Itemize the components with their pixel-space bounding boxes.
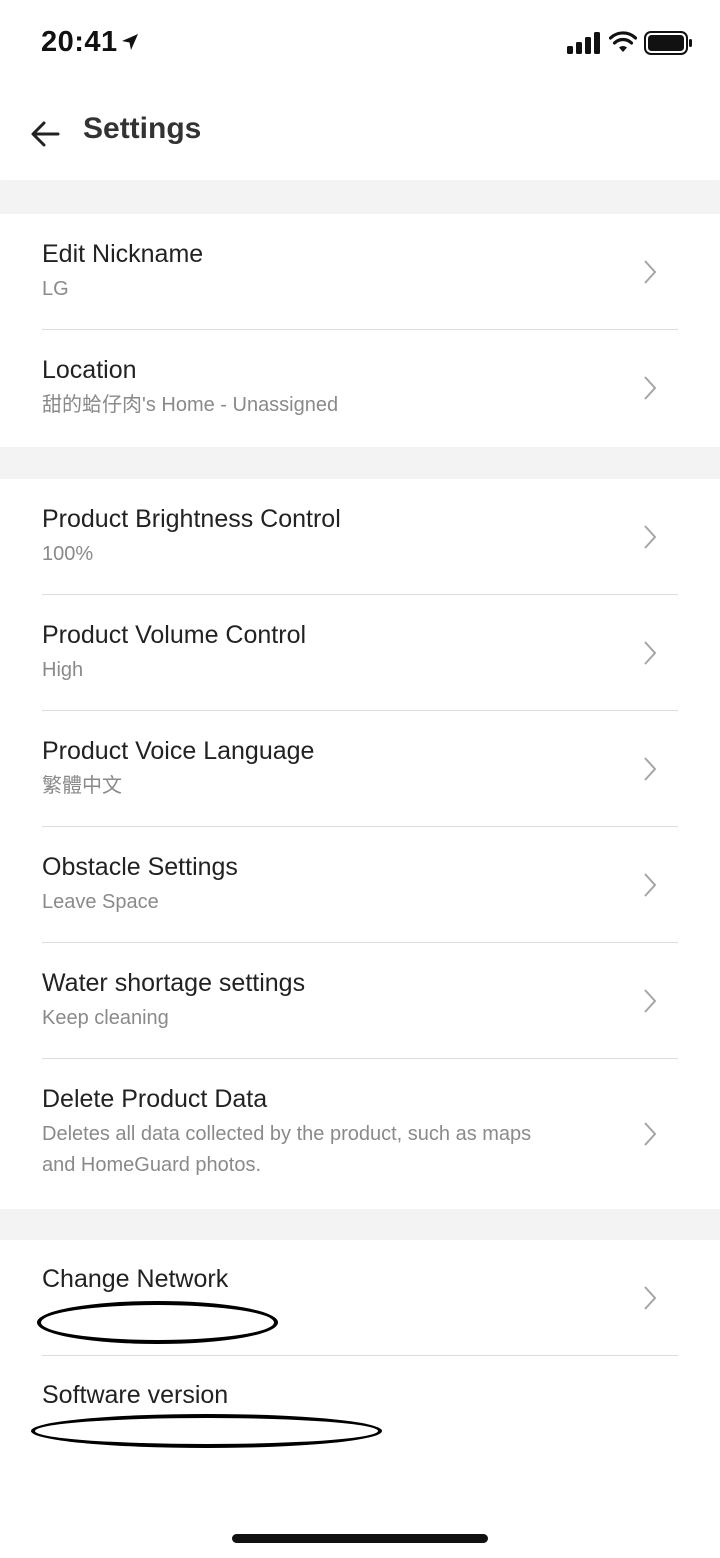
obstacle-settings-row[interactable]: Obstacle Settings Leave Space — [0, 827, 720, 943]
row-subtitle: Keep cleaning — [42, 1007, 169, 1029]
brightness-control-row[interactable]: Product Brightness Control 100% — [0, 479, 720, 595]
row-title: Product Voice Language — [42, 737, 315, 765]
delete-product-data-row[interactable]: Delete Product Data Deletes all data col… — [0, 1059, 720, 1209]
redaction-scribble — [31, 1414, 382, 1448]
water-shortage-settings-row[interactable]: Water shortage settings Keep cleaning — [0, 943, 720, 1059]
home-indicator — [232, 1534, 488, 1543]
row-subtitle: Leave Space — [42, 891, 159, 913]
status-bar: 20:41 — [0, 0, 720, 88]
chevron-right-icon — [644, 989, 657, 1013]
chevron-right-icon — [644, 757, 657, 781]
row-title: Software version — [42, 1381, 229, 1409]
chevron-right-icon — [644, 1122, 657, 1146]
location-row[interactable]: Location 甜的蛤仔肉's Home - Unassigned — [0, 330, 720, 446]
settings-section-product: Product Brightness Control 100% Product … — [0, 479, 720, 1209]
chevron-right-icon — [644, 1286, 657, 1310]
chevron-right-icon — [644, 376, 657, 400]
row-subtitle-line2: and HomeGuard photos. — [42, 1154, 262, 1176]
row-title: Water shortage settings — [42, 969, 306, 997]
redaction-scribble — [37, 1301, 278, 1344]
row-title: Edit Nickname — [42, 240, 204, 268]
settings-section-general: Edit Nickname LG Location 甜的蛤仔肉's Home -… — [0, 214, 720, 447]
row-subtitle: High — [42, 659, 84, 681]
edit-nickname-row[interactable]: Edit Nickname LG — [0, 214, 720, 330]
wifi-icon — [609, 31, 637, 52]
software-version-row[interactable]: Software version — [0, 1356, 720, 1472]
row-subtitle-line1: Deletes all data collected by the produc… — [42, 1123, 532, 1145]
chevron-right-icon — [644, 260, 657, 284]
battery-icon — [644, 31, 692, 55]
chevron-right-icon — [644, 525, 657, 549]
status-time: 20:41 — [41, 26, 118, 58]
row-title: Delete Product Data — [42, 1085, 268, 1113]
row-subtitle: 100% — [42, 543, 94, 565]
row-subtitle: 繁體中文 — [42, 775, 122, 797]
location-arrow-icon — [122, 34, 138, 50]
section-gap — [0, 1209, 720, 1240]
row-title: Location — [42, 356, 137, 384]
back-arrow-icon[interactable] — [26, 114, 66, 154]
row-title: Change Network — [42, 1265, 229, 1293]
row-subtitle: 甜的蛤仔肉's Home - Unassigned — [42, 394, 339, 416]
section-gap — [0, 447, 720, 479]
row-title: Product Brightness Control — [42, 505, 341, 533]
volume-control-row[interactable]: Product Volume Control High — [0, 595, 720, 711]
row-title: Product Volume Control — [42, 621, 307, 649]
row-title: Obstacle Settings — [42, 853, 238, 881]
voice-language-row[interactable]: Product Voice Language 繁體中文 — [0, 711, 720, 827]
change-network-row[interactable]: Change Network — [0, 1240, 720, 1356]
row-subtitle: LG — [42, 278, 69, 300]
header-bar: Settings — [0, 88, 720, 180]
page-title: Settings — [83, 112, 202, 145]
chevron-right-icon — [644, 641, 657, 665]
settings-section-network: Change Network Software version — [0, 1240, 720, 1472]
chevron-right-icon — [644, 873, 657, 897]
section-gap — [0, 181, 720, 214]
cellular-signal-icon — [567, 32, 600, 54]
